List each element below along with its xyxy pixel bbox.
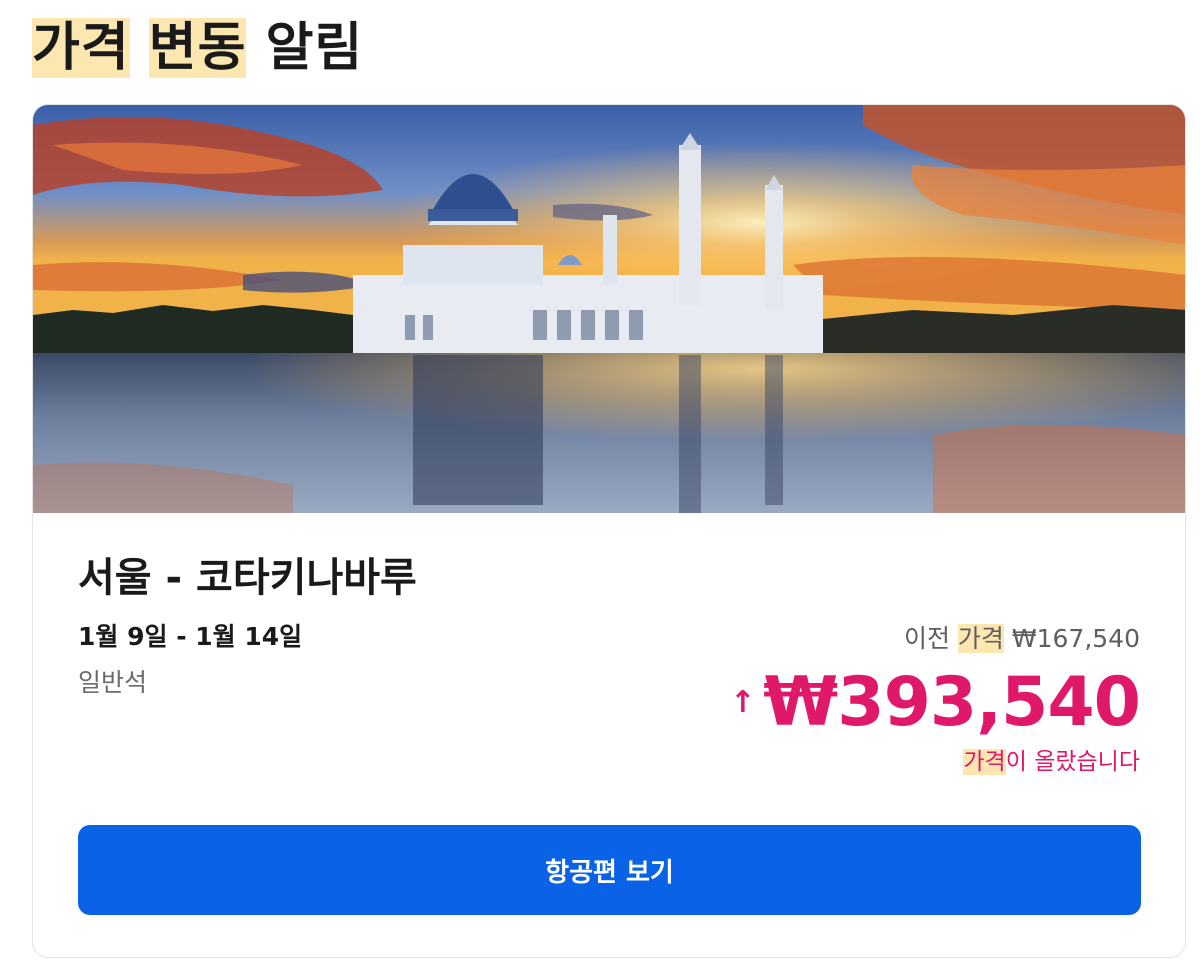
previous-price-label-prefix: 이전 — [903, 624, 950, 653]
current-price: ₩393,540 — [763, 663, 1141, 742]
flight-route: 서울 - 코타키나바루 — [78, 555, 417, 601]
title-word-alert: 알림 — [265, 18, 364, 78]
page-title: 가격 변동 알림 — [32, 12, 363, 84]
previous-price-label-keyword: 가격 — [957, 624, 1004, 653]
price-change-note: 가격이 올랐습니다 — [963, 747, 1140, 777]
price-change-note-keyword: 가격 — [963, 749, 1006, 775]
travel-dates: 1월 9일 - 1월 14일 — [78, 622, 303, 651]
cabin-class: 일반석 — [78, 668, 148, 697]
destination-photo — [33, 105, 1185, 513]
previous-price: 이전 가격 ₩167,540 — [904, 623, 1140, 655]
flight-price-card[interactable]: 서울 - 코타키나바루 1월 9일 - 1월 14일 일반석 이전 가격 ₩16… — [32, 104, 1186, 958]
current-price-row: ↑ ₩393,540 — [730, 663, 1141, 742]
previous-price-value: ₩167,540 — [1011, 624, 1140, 653]
title-word-price: 가격 — [32, 18, 130, 78]
title-word-change: 변동 — [148, 18, 247, 78]
price-change-note-text: 이 올랐습니다 — [1005, 749, 1140, 775]
view-flights-button[interactable]: 항공편 보기 — [78, 825, 1141, 915]
arrow-up-icon: ↑ — [730, 685, 756, 720]
price-alert-page: 가격 변동 알림 서울 - 코타키나바루 1월 9일 - 1월 14일 일반석 … — [0, 0, 1200, 976]
